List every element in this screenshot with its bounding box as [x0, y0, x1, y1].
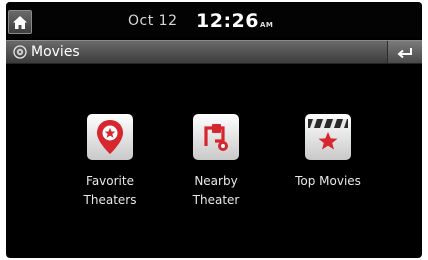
status-bar: Oct 12 12:26AM: [6, 2, 422, 38]
favorite-theaters-label: Favorite Theaters: [62, 172, 158, 210]
nearby-theater-tile: [193, 114, 239, 160]
home-icon: [13, 15, 27, 29]
clock-ampm: AM: [259, 21, 274, 29]
clock-time: 12:26: [196, 10, 259, 32]
top-movies-label: Top Movies: [280, 172, 376, 191]
head-unit-screen: Oct 12 12:26AM Movies Favorite Theaters …: [6, 2, 422, 258]
label-line-2: Theaters: [83, 193, 137, 207]
menu-item-top-movies[interactable]: Top Movies: [280, 114, 376, 191]
favorite-theaters-tile: [87, 114, 133, 160]
map-pin-star-icon: [97, 120, 123, 154]
status-time: 12:26AM: [196, 10, 273, 32]
menu-item-nearby-theater[interactable]: Nearby Theater: [168, 114, 264, 210]
movies-icon: [13, 45, 27, 59]
top-movies-tile: [305, 114, 351, 160]
label-line-1: Nearby: [194, 174, 238, 188]
menu-item-favorite-theaters[interactable]: Favorite Theaters: [62, 114, 158, 210]
page-title: Movies: [31, 44, 80, 60]
status-date: Oct 12: [128, 13, 178, 29]
clapperboard-star-icon: [308, 119, 348, 150]
label-line-1: Top Movies: [295, 174, 361, 188]
back-button[interactable]: [387, 41, 422, 63]
back-arrow-icon: [397, 48, 412, 58]
home-button[interactable]: [8, 10, 32, 34]
nearby-theater-label: Nearby Theater: [168, 172, 264, 210]
label-line-1: Favorite: [86, 174, 134, 188]
label-line-2: Theater: [192, 193, 240, 207]
route-pin-icon: [204, 124, 228, 151]
title-bar: Movies: [6, 40, 422, 64]
